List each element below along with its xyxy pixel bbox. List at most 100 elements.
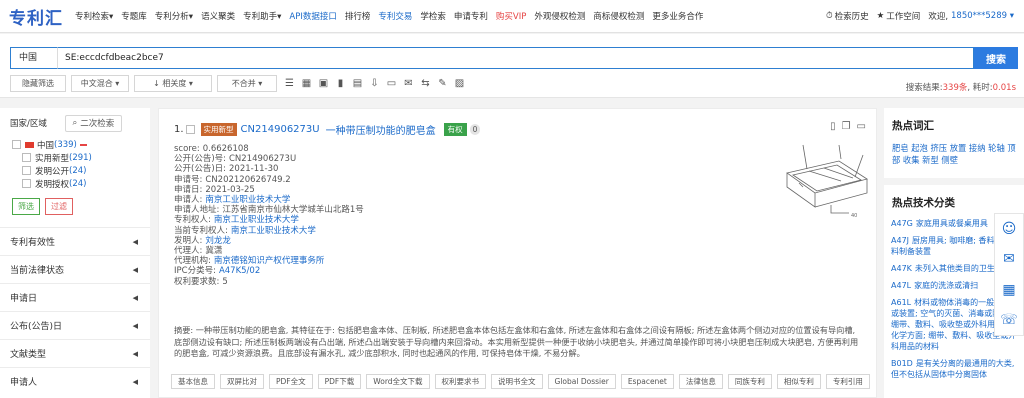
nav-item[interactable]: 学检索 (420, 10, 446, 22)
search-input[interactable] (57, 47, 974, 69)
nav-item[interactable]: 购买VIP (496, 10, 526, 22)
qr-code-icon[interactable]: ▦ (1002, 282, 1015, 298)
nav-item[interactable]: 更多业务合作 (652, 10, 703, 22)
result-title-row: 1. 实用新型 CN214906273U 一种带压制功能的肥皂盒 有权 0 (174, 122, 481, 137)
robot-icon[interactable]: ☺ (1002, 221, 1017, 237)
record-action-button[interactable]: 双屏比对 (220, 374, 264, 389)
user-menu[interactable]: 1850***5289 ▾ (951, 11, 1014, 21)
tech-description: 家庭的洗涤或清扫 (914, 281, 979, 290)
field-value[interactable]: 南京工业职业技术大学 (231, 226, 316, 236)
patent-drawing-thumbnail[interactable]: 40 (779, 135, 874, 221)
edit-icon[interactable]: ✎ (435, 76, 450, 91)
facet-label: 公布(公告)日 (10, 322, 63, 332)
image-view-icon[interactable]: ▣ (316, 76, 331, 91)
folder-icon[interactable]: ▭ (857, 121, 866, 132)
table-icon[interactable]: ▤ (350, 76, 365, 91)
merge-mode-select[interactable]: 中文混合 ▾ (71, 74, 129, 92)
nav-item[interactable]: 专利助手▾ (243, 10, 281, 22)
facet-header[interactable]: 公布(公告)日 ◀ (0, 311, 150, 339)
book-icon[interactable]: ❐ (842, 121, 851, 132)
record-action-button[interactable]: Espacenet (620, 374, 674, 389)
hot-words[interactable]: 肥皂 起泡 挤压 放置 接纳 轮轴 顶部 收集 新型 侧壁 (884, 133, 1024, 166)
patent-type-tag: 实用新型 (200, 123, 237, 136)
country-select[interactable]: 中国 (10, 47, 57, 69)
field-value[interactable]: A47K5/02 (219, 266, 260, 276)
record-action-button[interactable]: 说明书全文 (491, 374, 543, 389)
record-action-button[interactable]: Global Dossier (547, 374, 616, 389)
field-value: CN214906273U (229, 154, 297, 165)
hide-filter-button[interactable]: 隐藏筛选 (10, 74, 66, 92)
result-checkbox[interactable] (185, 125, 195, 134)
region-checkbox[interactable] (12, 140, 21, 149)
nav-item[interactable]: 语义聚类 (201, 10, 235, 22)
nav-item[interactable]: 专利交易 (378, 10, 412, 22)
record-field: 公开(公告)日: 2021-11-30 (174, 164, 364, 174)
facet-header[interactable]: 申请日 ◀ (0, 283, 150, 311)
field-label: 代理人: (174, 246, 203, 257)
record-field: 申请人地址: 江苏省南京市仙林大学城羊山北路1号 (174, 205, 364, 215)
region-tree-item[interactable]: 发明公开 (24) (0, 164, 150, 177)
record-action-button[interactable]: Word全文下载 (366, 374, 430, 389)
email-icon[interactable]: ✉ (401, 76, 416, 91)
result-time-label: , 耗时: (967, 83, 993, 93)
facet-header[interactable]: 当前法律状态 ◀ (0, 255, 150, 283)
history-link[interactable]: 检索历史 (835, 10, 869, 22)
region-checkbox[interactable] (22, 153, 31, 162)
hot-tech-item[interactable]: B01D 是有关分离的最通用的大类, 但不包括从固体中分离固体 (891, 358, 1018, 380)
nav-item[interactable]: 专利检索▾ (75, 10, 113, 22)
search-icon: ⌕ (72, 118, 78, 128)
sort-select[interactable]: ↓ 相关度 ▾ (134, 74, 212, 92)
workspace-icon[interactable]: ★ (877, 11, 885, 21)
list-view-icon[interactable]: ☰ (282, 76, 297, 91)
second-search-button[interactable]: ⌕ 二次检索 (64, 114, 122, 132)
collapse-icon[interactable] (79, 143, 87, 146)
field-value[interactable]: 南京工业职业技术大学 (214, 215, 299, 225)
grid-view-icon[interactable]: ▦ (299, 76, 314, 91)
field-label: 发明人: (174, 235, 203, 246)
field-value[interactable]: 南京工业职业技术大学 (205, 195, 290, 205)
download-icon[interactable]: ⇩ (367, 76, 382, 91)
record-action-button[interactable]: 基本信息 (171, 374, 215, 389)
history-icon[interactable]: ⏱ (826, 11, 833, 21)
facet-header[interactable]: 申请人 ◀ (0, 367, 150, 395)
combine-select[interactable]: 不合并 ▾ (217, 74, 277, 92)
record-action-button[interactable]: 法律信息 (678, 374, 723, 389)
share-icon[interactable]: ⇆ (418, 76, 433, 91)
region-tree-item[interactable]: 实用新型 (291) (0, 151, 150, 164)
document-icon[interactable]: ▯ (830, 121, 836, 132)
nav-item[interactable]: 外观侵权检测 (534, 10, 585, 22)
region-checkbox[interactable] (22, 179, 31, 188)
region-tree-item[interactable]: 发明授权 (24) (0, 177, 150, 190)
field-label: 公开(公告)日: (174, 164, 226, 175)
nav-item[interactable]: 专利分析▾ (155, 10, 193, 22)
record-action-button[interactable]: 权利要求书 (434, 374, 487, 389)
nav-item[interactable]: 申请专利 (454, 10, 488, 22)
workspace-link[interactable]: 工作空间 (886, 10, 920, 22)
nav-item[interactable]: API数据接口 (289, 10, 336, 22)
folder-icon[interactable]: ▭ (384, 76, 399, 91)
patent-number-link[interactable]: CN214906273U (241, 124, 320, 135)
support-icon[interactable]: ☏ (1000, 312, 1018, 328)
chat-icon[interactable]: ✉ (1003, 251, 1015, 267)
field-value[interactable]: 南京德铭知识产权代理事务所 (214, 256, 325, 266)
nav-item[interactable]: 排行榜 (345, 10, 371, 22)
facet-header[interactable]: 文献类型 ◀ (0, 339, 150, 367)
image-icon[interactable]: ▨ (452, 76, 467, 91)
region-tree-item[interactable]: 中国 (339) (0, 138, 150, 151)
patent-title-link[interactable]: 一种带压制功能的肥皂盒 (326, 122, 436, 137)
field-value[interactable]: 刘龙龙 (205, 236, 231, 246)
region-checkbox[interactable] (22, 166, 31, 175)
nav-item[interactable]: 专题库 (121, 10, 147, 22)
nav-item[interactable]: 商标侵权检测 (593, 10, 644, 22)
exclude-button[interactable]: 过滤 (45, 198, 73, 215)
search-button[interactable]: 搜索 (974, 47, 1018, 69)
facet-header[interactable]: 专利有效性 ◀ (0, 227, 150, 255)
record-action-button[interactable]: 专利引用 (825, 374, 870, 389)
filter-button[interactable]: 筛选 (12, 198, 40, 215)
record-action-button[interactable]: 相似专利 (776, 374, 821, 389)
record-action-button[interactable]: 同族专利 (727, 374, 772, 389)
record-action-button[interactable]: PDF全文 (269, 374, 313, 389)
chart-icon[interactable]: ▮ (333, 76, 348, 91)
site-logo[interactable]: 专利汇 (9, 4, 63, 29)
record-action-button[interactable]: PDF下载 (317, 374, 362, 389)
